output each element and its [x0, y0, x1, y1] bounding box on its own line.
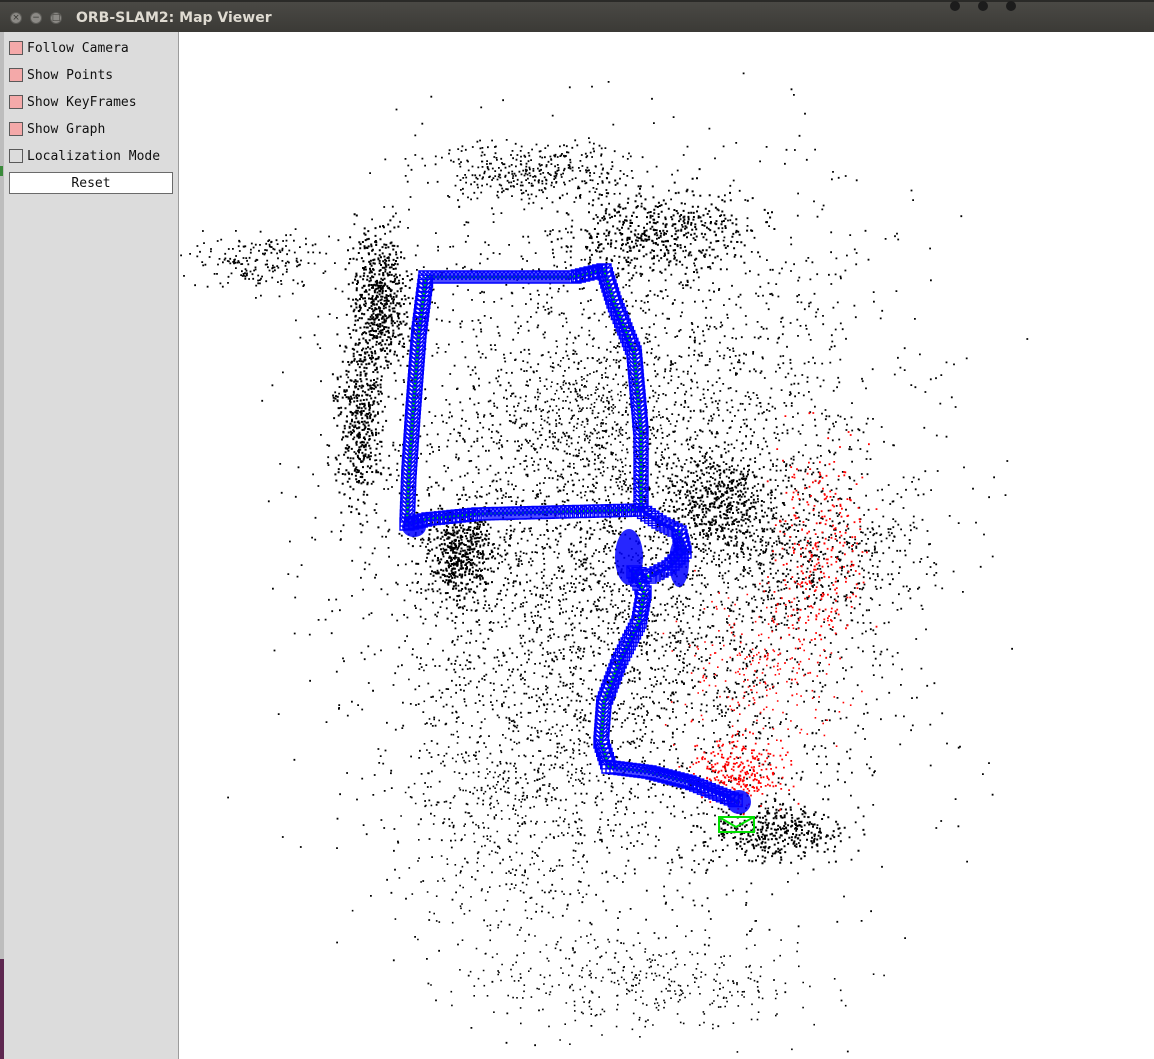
reference-map-points [662, 412, 878, 821]
show-keyframes-checkbox[interactable] [9, 95, 23, 109]
point-cluster [404, 137, 658, 210]
keyframe-cluster [615, 529, 643, 585]
title-bar: × − □ ORB-SLAM2: Map Viewer [0, 0, 1154, 32]
close-icon[interactable]: × [10, 12, 22, 24]
show-points-checkbox[interactable] [9, 68, 23, 82]
point-cluster [517, 321, 696, 497]
reset-button[interactable]: Reset [9, 172, 173, 194]
localization-mode-option[interactable]: Localization Mode [9, 147, 160, 165]
keyframe-cluster [402, 517, 426, 537]
keyframes [399, 263, 751, 814]
show-graph-option[interactable]: Show Graph [9, 120, 105, 138]
point-cloud-map[interactable] [179, 32, 1154, 1059]
point-cluster [180, 228, 340, 299]
point-cluster [690, 798, 866, 871]
follow-camera-option[interactable]: Follow Camera [9, 39, 129, 57]
show-graph-checkbox[interactable] [9, 122, 23, 136]
point-cluster [450, 920, 885, 1053]
maximize-icon[interactable]: □ [50, 12, 62, 24]
show-keyframes-label: Show KeyFrames [27, 94, 137, 110]
control-panel: Follow Camera Show Points Show KeyFrames… [4, 32, 179, 1059]
tray-icon [1006, 1, 1016, 11]
map-points [180, 72, 1029, 1053]
show-points-label: Show Points [27, 67, 114, 83]
follow-camera-checkbox[interactable] [9, 41, 23, 55]
edge-marker [0, 166, 3, 176]
show-graph-label: Show Graph [27, 121, 106, 137]
tray-icon [950, 1, 960, 11]
map-viewport[interactable] [179, 32, 1154, 1059]
keyframe-cluster [669, 537, 689, 587]
localization-mode-label: Localization Mode [27, 148, 161, 164]
show-points-option[interactable]: Show Points [9, 66, 113, 84]
system-tray [950, 0, 1130, 11]
tray-icon [978, 1, 988, 11]
window-title: ORB-SLAM2: Map Viewer [76, 10, 272, 26]
localization-mode-checkbox[interactable] [9, 149, 23, 163]
follow-camera-label: Follow Camera [27, 40, 129, 56]
keyframe-cluster [727, 790, 751, 814]
minimize-icon[interactable]: − [30, 12, 42, 24]
show-keyframes-option[interactable]: Show KeyFrames [9, 93, 137, 111]
